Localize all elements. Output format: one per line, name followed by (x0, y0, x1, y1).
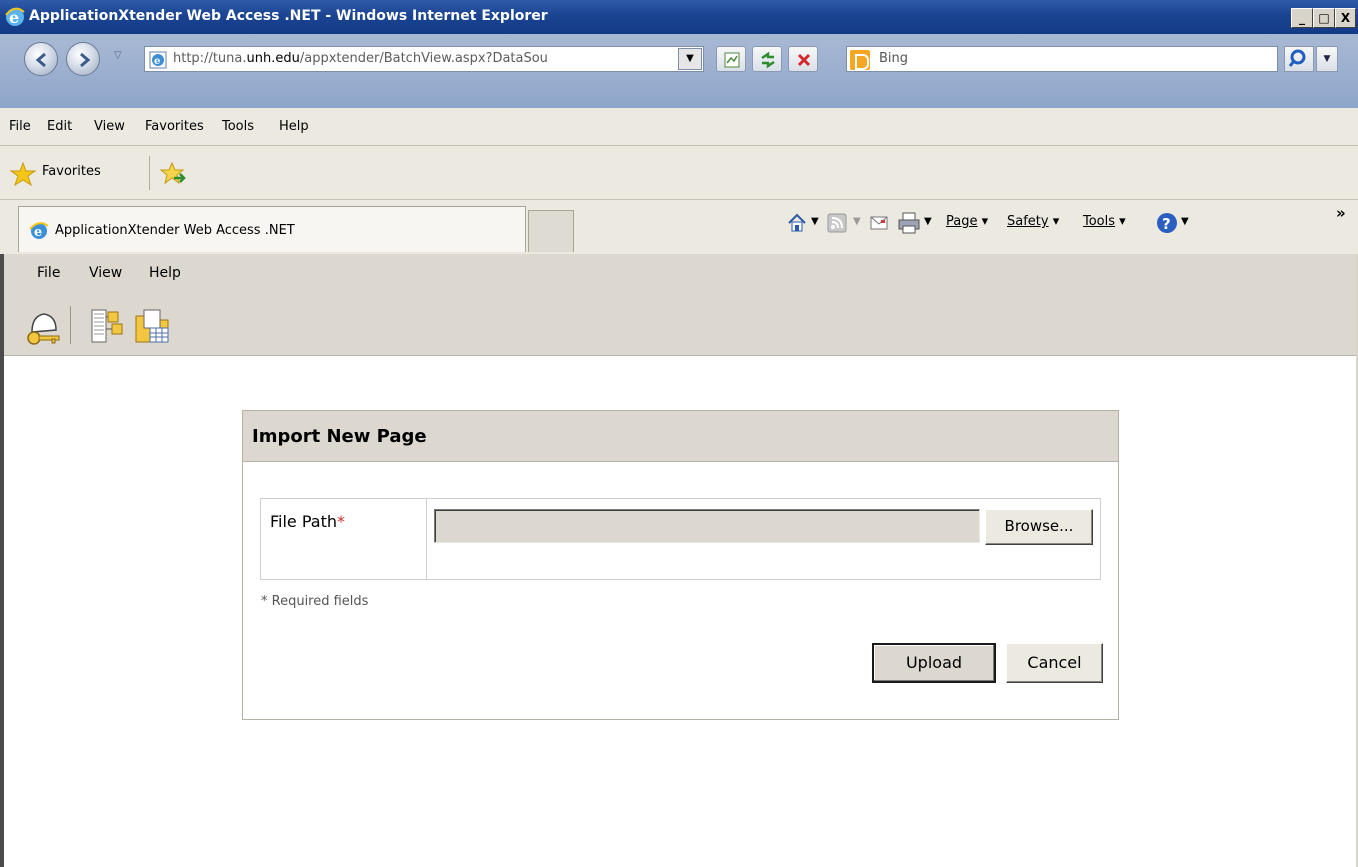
file-path-row: File Path* Browse... (260, 498, 1101, 580)
address-toolbar: ▽ e http://tuna.unh.edu/appxtender/Batch… (0, 34, 1358, 108)
menu-help[interactable]: Help (279, 119, 309, 134)
help-button[interactable]: ? (1155, 211, 1179, 239)
ie-logo-icon: e (4, 6, 26, 32)
dialog-header: Import New Page (243, 411, 1118, 462)
address-input[interactable]: e http://tuna.unh.edu/appxtender/BatchVi… (144, 46, 704, 72)
stop-button[interactable] (788, 46, 818, 72)
recent-pages-dropdown[interactable]: ▽ (114, 50, 122, 61)
login-button[interactable] (24, 306, 64, 346)
app-menu-file[interactable]: File (37, 265, 60, 281)
svg-text:?: ? (1162, 215, 1171, 233)
app-menu-view[interactable]: View (89, 265, 122, 281)
page-menu[interactable]: Page ▾ (946, 214, 988, 229)
window-titlebar: e ApplicationXtender Web Access .NET - W… (0, 0, 1358, 34)
refresh-icon (761, 51, 775, 69)
search-button[interactable] (1284, 46, 1314, 72)
feeds-dropdown[interactable]: ▼ (853, 216, 861, 227)
maximize-button[interactable]: □ (1313, 8, 1335, 28)
add-favorite-icon[interactable] (159, 161, 188, 190)
help-icon: ? (1157, 213, 1177, 233)
search-placeholder: Bing (879, 51, 909, 66)
address-text: http://tuna.unh.edu/appxtender/BatchView… (173, 51, 548, 66)
app-toolbar (4, 294, 1356, 356)
print-dropdown[interactable]: ▼ (924, 216, 932, 227)
compat-view-icon (724, 52, 740, 68)
favorites-separator (149, 156, 150, 190)
page-content: File View Help Import New Page File Path… (0, 254, 1358, 867)
home-button[interactable] (786, 212, 808, 238)
tab-appxtender[interactable]: e ApplicationXtender Web Access .NET (18, 206, 526, 252)
window-title: ApplicationXtender Web Access .NET - Win… (29, 8, 548, 24)
menu-view[interactable]: View (94, 119, 125, 134)
feeds-icon (827, 213, 847, 233)
bing-icon (850, 50, 870, 70)
required-marker: * (337, 512, 346, 531)
menu-tools[interactable]: Tools (222, 119, 254, 134)
required-fields-note: * Required fields (261, 594, 369, 609)
import-page-dialog: Import New Page File Path* Browse... * R… (242, 410, 1119, 720)
svg-text:e: e (34, 225, 42, 240)
command-overflow-button[interactable]: » (1336, 204, 1346, 222)
menu-file[interactable]: File (9, 119, 31, 134)
document-grid-icon (135, 309, 169, 343)
menu-edit[interactable]: Edit (47, 119, 72, 134)
app-menubar: File View Help (4, 254, 1356, 294)
search-options-button[interactable]: ▼ (1316, 46, 1338, 72)
print-icon (898, 212, 920, 234)
document-view-button[interactable] (132, 306, 172, 346)
cancel-button[interactable]: Cancel (1006, 643, 1103, 683)
favorites-bar: Favorites (0, 146, 1358, 200)
tab-bar: e ApplicationXtender Web Access .NET ▼ ▼… (0, 200, 1358, 254)
svg-text:e: e (154, 56, 160, 67)
search-input[interactable]: Bing (846, 46, 1278, 72)
forward-button[interactable] (66, 42, 100, 76)
forward-icon (80, 52, 91, 68)
menu-favorites[interactable]: Favorites (145, 119, 204, 134)
home-icon (788, 213, 806, 232)
batch-tree-icon (91, 309, 123, 343)
feeds-button[interactable] (827, 213, 847, 237)
safety-menu[interactable]: Safety ▾ (1007, 214, 1059, 229)
browse-button[interactable]: Browse... (985, 509, 1093, 545)
search-icon (1288, 49, 1306, 67)
minimize-button[interactable]: _ (1291, 8, 1313, 28)
help-dropdown[interactable]: ▼ (1181, 216, 1189, 227)
star-icon[interactable] (9, 161, 37, 190)
ie-logo-icon: e (29, 221, 49, 245)
read-mail-button[interactable] (870, 214, 888, 236)
address-dropdown-button[interactable]: ▼ (678, 48, 702, 70)
compat-view-button[interactable] (716, 46, 746, 72)
back-button[interactable] (24, 42, 58, 76)
login-key-icon (27, 313, 60, 345)
refresh-button[interactable] (752, 46, 782, 72)
close-button[interactable]: X (1335, 8, 1356, 28)
mail-icon (870, 216, 888, 230)
home-dropdown[interactable]: ▼ (811, 216, 819, 227)
favorites-button[interactable]: Favorites (42, 164, 101, 179)
upload-button[interactable]: Upload (872, 643, 996, 683)
back-icon (35, 52, 46, 68)
app-menu-help[interactable]: Help (149, 265, 181, 281)
new-tab-button[interactable] (528, 210, 574, 252)
dialog-title: Import New Page (252, 426, 427, 447)
browser-menubar: File Edit View Favorites Tools Help (0, 108, 1358, 146)
toolbar-separator (70, 306, 71, 344)
page-icon: e (149, 51, 167, 73)
stop-icon (797, 53, 811, 67)
file-path-input[interactable] (434, 509, 980, 543)
file-path-label: File Path* (270, 512, 346, 531)
tab-label: ApplicationXtender Web Access .NET (55, 223, 295, 238)
tools-menu[interactable]: Tools ▾ (1083, 214, 1126, 229)
batch-view-button[interactable] (88, 306, 128, 346)
file-path-label-cell: File Path* (261, 499, 427, 579)
print-button[interactable] (897, 212, 921, 238)
